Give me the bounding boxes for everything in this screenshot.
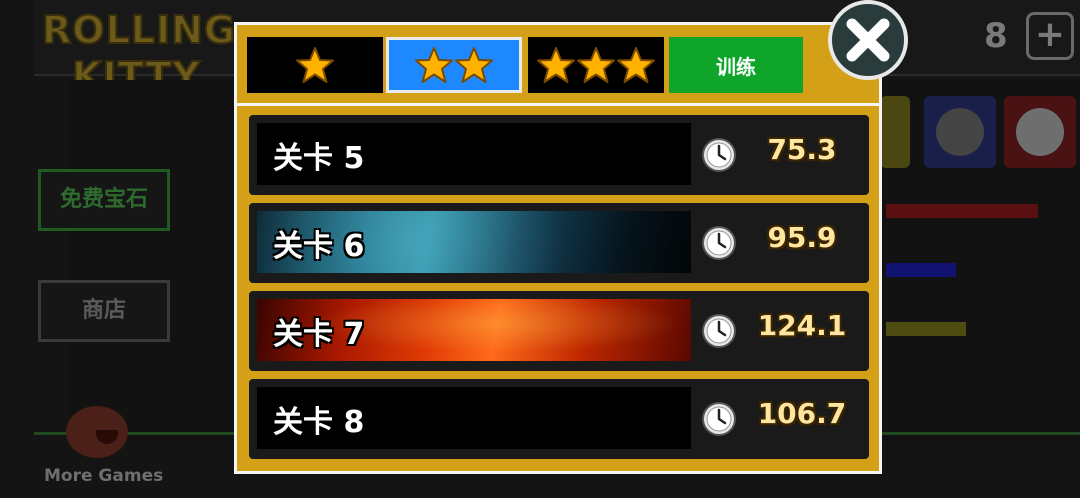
- clock-icon: [702, 138, 736, 172]
- best-time: 75.3: [767, 133, 837, 166]
- free-gems-button[interactable]: 免费宝石: [38, 169, 170, 231]
- cat-face-icon: [936, 108, 984, 156]
- progress-bar-red: [886, 204, 1038, 218]
- shop-button[interactable]: 商店: [38, 280, 170, 342]
- cat-face-icon: [1016, 108, 1064, 156]
- star-icon: [455, 47, 493, 83]
- progress-bar-blue: [886, 263, 956, 277]
- best-time: 95.9: [767, 221, 837, 254]
- level-row[interactable]: 关卡 8 106.7: [249, 379, 869, 459]
- more-games-link[interactable]: More Games: [44, 466, 163, 486]
- level-name: 关卡 8: [273, 405, 365, 440]
- best-time: 106.7: [757, 397, 847, 430]
- level-banner: 关卡 7: [257, 299, 691, 361]
- tab-one-star[interactable]: [247, 37, 383, 93]
- level-name: 关卡 5: [273, 141, 365, 176]
- best-time: 124.1: [757, 309, 847, 342]
- clock-icon: [702, 314, 736, 348]
- level-banner: 关卡 8: [257, 387, 691, 449]
- star-icon: [577, 47, 615, 83]
- star-icon: [617, 47, 655, 83]
- gem-count: 8: [984, 16, 1008, 56]
- mascot-icon[interactable]: [66, 406, 128, 458]
- add-gems-button[interactable]: +: [1026, 12, 1074, 60]
- tab-training[interactable]: 训练: [669, 37, 803, 93]
- close-x-icon: [846, 18, 890, 62]
- level-banner: 关卡 5: [257, 123, 691, 185]
- star-icon: [415, 47, 453, 83]
- level-name: 关卡 7: [273, 317, 365, 352]
- divider: [237, 103, 879, 106]
- clock-icon: [702, 402, 736, 436]
- logo-line-1: ROLLING: [41, 7, 237, 53]
- tab-two-star[interactable]: [386, 37, 522, 93]
- close-button[interactable]: [828, 0, 908, 80]
- clock-icon: [702, 226, 736, 260]
- level-row[interactable]: 关卡 5 75.3: [249, 115, 869, 195]
- cat-avatar-red[interactable]: [1004, 96, 1076, 168]
- tab-three-star[interactable]: [528, 37, 664, 93]
- level-row[interactable]: 关卡 6 95.9: [249, 203, 869, 283]
- level-name: 关卡 6: [273, 229, 365, 264]
- tab-training-label: 训练: [716, 54, 756, 79]
- cat-avatar-yellow[interactable]: [880, 96, 910, 168]
- level-select-dialog: 训练 关卡 5 75.3 关卡 6 95.9 关卡 7 124.1 关卡 8 1…: [234, 22, 882, 474]
- level-banner: 关卡 6: [257, 211, 691, 273]
- cat-avatar-blue[interactable]: [924, 96, 996, 168]
- progress-bar-yellow: [886, 322, 966, 336]
- difficulty-tabs: 训练: [237, 25, 879, 105]
- star-icon: [537, 47, 575, 83]
- star-icon: [296, 47, 334, 83]
- level-row[interactable]: 关卡 7 124.1: [249, 291, 869, 371]
